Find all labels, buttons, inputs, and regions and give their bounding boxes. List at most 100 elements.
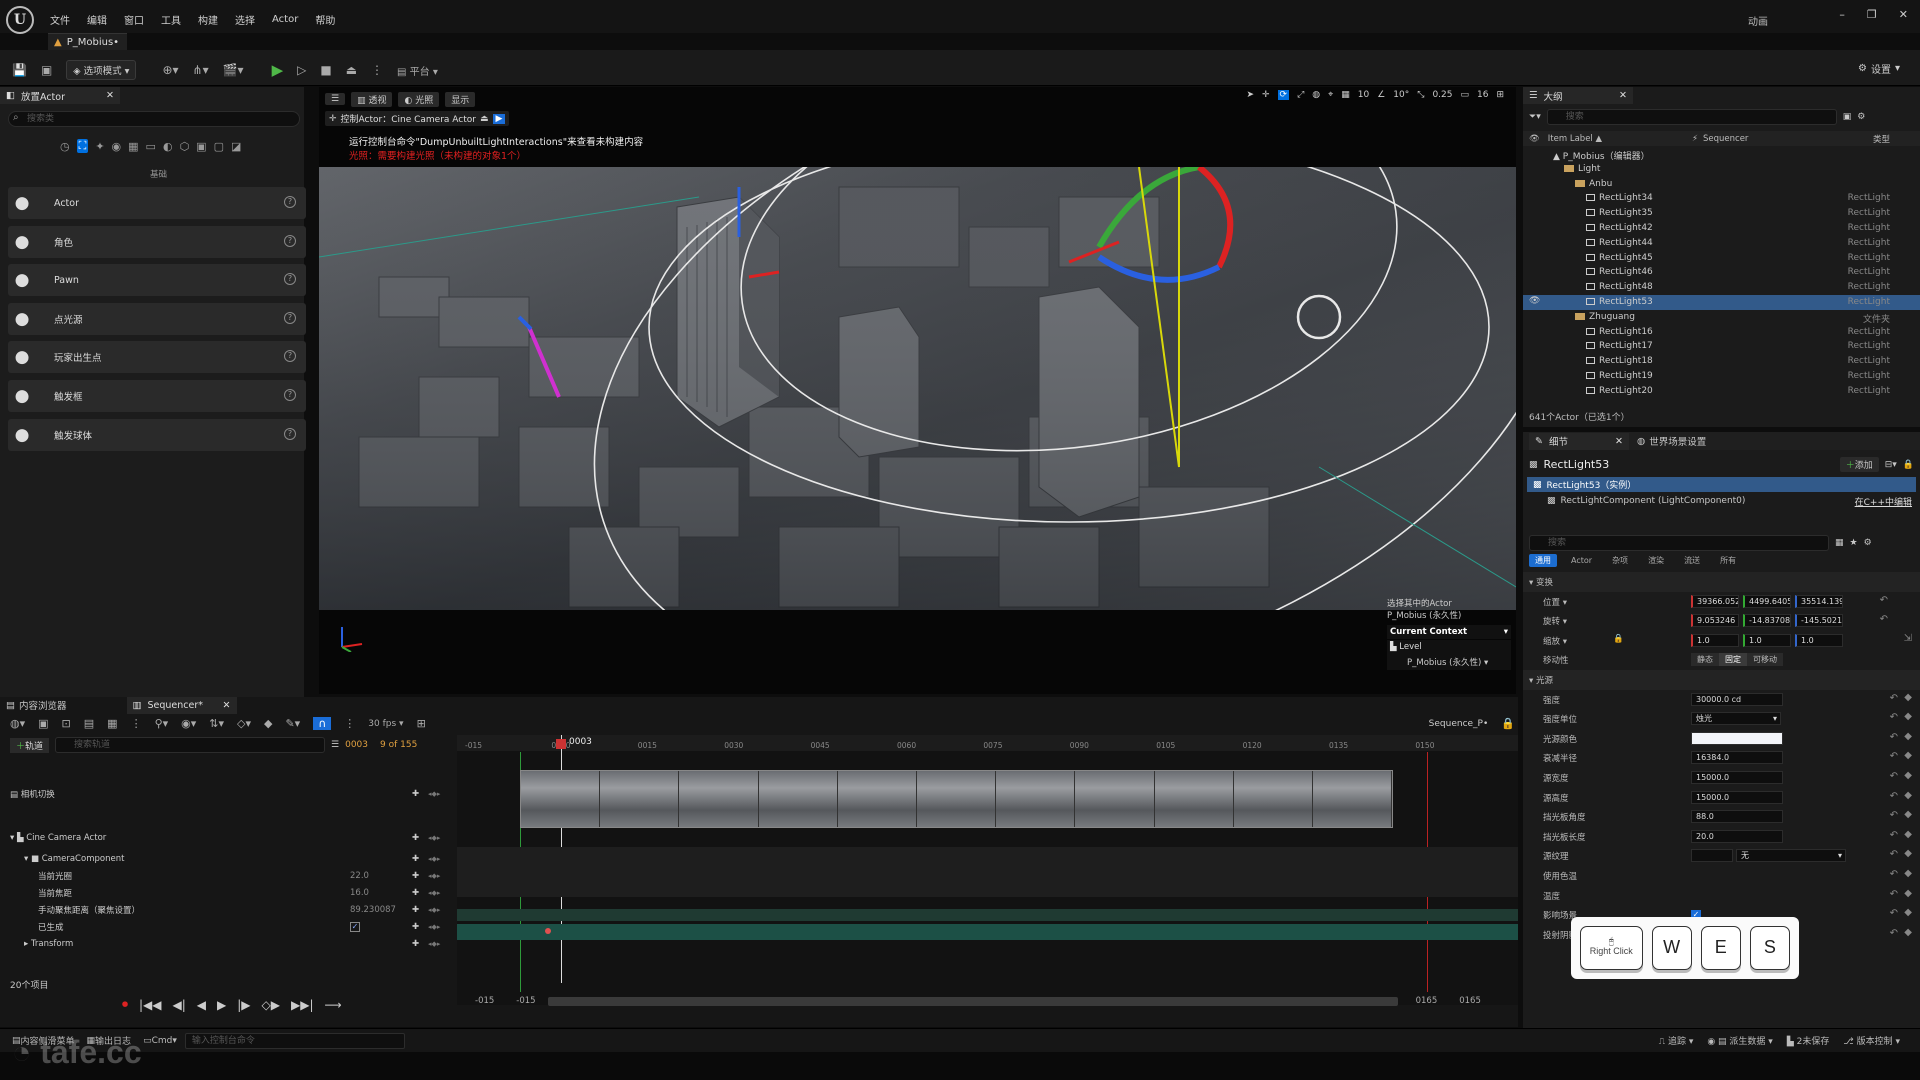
cmd-dropdown[interactable]: ▭ Cmd ▾ — [143, 1036, 177, 1046]
sequencer-tab[interactable]: ▥ Sequencer* ✕ — [126, 696, 237, 714]
world-icon[interactable]: ◍▾ — [10, 717, 25, 730]
scale-snap-value[interactable]: 0.25 — [1432, 90, 1452, 100]
console-input[interactable]: 输入控制台命令 — [184, 1032, 405, 1049]
next-key-icon[interactable]: ◇▶ — [262, 998, 280, 1012]
light-icon[interactable]: ✦ — [95, 140, 104, 153]
rotation-dropdown[interactable]: 旋转 ▾ — [1543, 615, 1567, 627]
source-control-button[interactable]: ⎇ 版本控制 ▾ — [1843, 1034, 1900, 1047]
scale-lock-icon[interactable]: 🔒 — [1613, 634, 1624, 644]
keyframe-icon[interactable]: ◆ — [1904, 809, 1912, 820]
keyframe-icon[interactable]: ◆ — [1904, 750, 1912, 761]
angle-snap-icon[interactable]: ∠ — [1377, 90, 1385, 100]
key-nav-icon[interactable]: ◂◆▸ — [428, 923, 440, 931]
outliner-row[interactable]: RectLight17 RectLight — [1523, 339, 1920, 354]
mobility-static[interactable]: 静态 — [1691, 653, 1719, 667]
working-range-start[interactable]: -015 — [516, 996, 535, 1006]
reset-icon[interactable]: ↶ — [1890, 908, 1898, 919]
place-item[interactable]: ● 角色? — [8, 225, 306, 258]
world-local-icon[interactable]: ◍ — [1312, 90, 1320, 100]
minimize-icon[interactable]: – — [1839, 8, 1845, 21]
curve-editor-icon[interactable]: ⊞ — [417, 717, 426, 730]
cinematic-icon[interactable]: ◉ — [112, 140, 122, 153]
keyframe-icon[interactable]: ◆ — [1904, 731, 1912, 742]
scale-z[interactable]: 1.0 — [1795, 633, 1843, 647]
edit-icon[interactable]: ✎▾ — [285, 717, 300, 730]
item-label-header[interactable]: Item Label ▲ — [1548, 134, 1602, 144]
reset-icon[interactable]: ↶ — [1890, 928, 1898, 939]
save-icon[interactable]: 💾 — [12, 63, 27, 77]
window-mode-label[interactable]: 动画 — [1748, 13, 1768, 28]
move-tool-icon[interactable]: ✛ — [1262, 90, 1270, 100]
eject-icon[interactable]: ⏏ — [346, 63, 357, 77]
scale-x[interactable]: 1.0 — [1691, 633, 1739, 647]
outliner-row[interactable]: RectLight35 RectLight — [1523, 206, 1920, 221]
component-row[interactable]: ▩ RectLightComponent (LightComponent0) 在C… — [1527, 494, 1916, 508]
location-y[interactable]: 4499.64054 — [1743, 594, 1791, 608]
view-range-start[interactable]: -015 — [475, 996, 494, 1006]
keyframe-icon[interactable]: ◆ — [1904, 848, 1912, 859]
menu-build[interactable]: 构建 — [198, 12, 218, 27]
more-icon[interactable]: ▢ — [214, 140, 224, 153]
current-context-header[interactable]: Current Context ▾ — [1387, 625, 1511, 639]
location-x[interactable]: 39366.052( — [1691, 594, 1739, 608]
camera-speed-value[interactable]: 16 — [1477, 90, 1488, 100]
filter-tab[interactable]: 通用 — [1529, 554, 1557, 567]
save-icon[interactable]: ▣ — [38, 717, 48, 730]
reset-icon[interactable]: ↶ — [1890, 889, 1898, 900]
timeline-scrollbar[interactable] — [547, 996, 1398, 1006]
menu-tools[interactable]: 工具 — [161, 12, 181, 27]
location-dropdown[interactable]: 位置 ▾ — [1543, 596, 1567, 608]
view-range-end[interactable]: 0165 — [1459, 996, 1481, 1006]
layout-icon[interactable]: ⊞ — [1496, 90, 1504, 100]
track-value[interactable]: 89.230087 — [350, 905, 396, 915]
instance-row[interactable]: ▩ RectLight53（实例） — [1527, 477, 1916, 492]
help-icon[interactable]: ? — [284, 196, 296, 208]
shapes-icon[interactable]: ⬡ — [180, 140, 190, 153]
level-value-dropdown[interactable]: P_Mobius (永久性) ▾ — [1387, 654, 1511, 670]
mobility-stationary[interactable]: 固定 — [1719, 653, 1747, 667]
reset-icon[interactable]: ↶ — [1890, 712, 1898, 723]
step-icon[interactable]: ▷ — [297, 63, 306, 77]
details-search-input[interactable]: 搜索 — [1529, 535, 1829, 551]
sequencer-track[interactable]: ▤ 相机切换 ✚ ◂◆▸ — [0, 785, 457, 802]
menu-window[interactable]: 窗口 — [124, 12, 144, 27]
add-key-icon[interactable]: ✚ — [412, 833, 419, 843]
close-tab-icon[interactable]: ✕ — [106, 90, 114, 101]
outliner-row[interactable]: Zhuguang 文件夹 — [1523, 310, 1920, 325]
sequencer-track[interactable]: ▸ Transform ✚ ◂◆▸ — [0, 935, 457, 952]
property-value[interactable]: 15000.0 — [1691, 790, 1783, 804]
keyframe-icon[interactable]: ◆ — [1904, 692, 1912, 703]
find-icon[interactable]: ⊡ — [62, 717, 71, 730]
transform-track-bar[interactable] — [457, 924, 1518, 940]
gear-icon[interactable]: ⚙ — [1864, 538, 1872, 548]
outliner-row[interactable]: RectLight44 RectLight — [1523, 236, 1920, 251]
help-icon[interactable]: ? — [284, 273, 296, 286]
world-settings-tab[interactable]: ◍ 世界场景设置 — [1637, 434, 1706, 449]
blueprint-icon[interactable]: ⋔▾ — [193, 63, 209, 77]
record-icon[interactable]: ⏺ — [122, 997, 128, 1012]
place-item[interactable]: ● 玩家出生点? — [8, 341, 306, 374]
key-nav-icon[interactable]: ◂◆▸ — [428, 834, 440, 842]
reset-icon[interactable]: ↶ — [1890, 771, 1898, 782]
unsaved-button[interactable]: ▙ 2未保存 — [1787, 1034, 1830, 1047]
outliner-row[interactable]: RectLight18 RectLight — [1523, 354, 1920, 369]
place-item[interactable]: ● Pawn? — [8, 264, 306, 297]
keyframe-icon[interactable]: ◆ — [1904, 927, 1912, 938]
viewport-menu-icon[interactable]: ☰ — [325, 93, 346, 105]
playback-icon[interactable]: ⇅▾ — [209, 717, 224, 730]
rotation-x[interactable]: 9.053246 ° — [1691, 614, 1739, 628]
outliner-row[interactable]: RectLight20 RectLight — [1523, 384, 1920, 399]
reverse-icon[interactable]: ◀ — [197, 998, 206, 1012]
lit-button[interactable]: ◐ 光照 — [398, 91, 440, 107]
close-icon[interactable]: ✕ — [1899, 8, 1908, 21]
property-value[interactable]: 20.0 — [1691, 829, 1783, 843]
outliner-row[interactable]: RectLight48 RectLight — [1523, 280, 1920, 295]
outliner-row[interactable]: ▲ P_Mobius（编辑器） — [1523, 147, 1920, 162]
place-item[interactable]: ● 点光源? — [8, 302, 306, 335]
playhead-handle[interactable] — [556, 739, 566, 749]
close-tab-icon[interactable]: ✕ — [223, 700, 231, 711]
camera-speed-icon[interactable]: ▭ — [1460, 90, 1469, 100]
keyframe-icon[interactable]: ◆ — [1904, 829, 1912, 840]
type-header[interactable]: 类型 — [1873, 133, 1890, 145]
sequencer-track[interactable]: 已生成 ✓ ✚ ◂◆▸ — [0, 918, 457, 935]
